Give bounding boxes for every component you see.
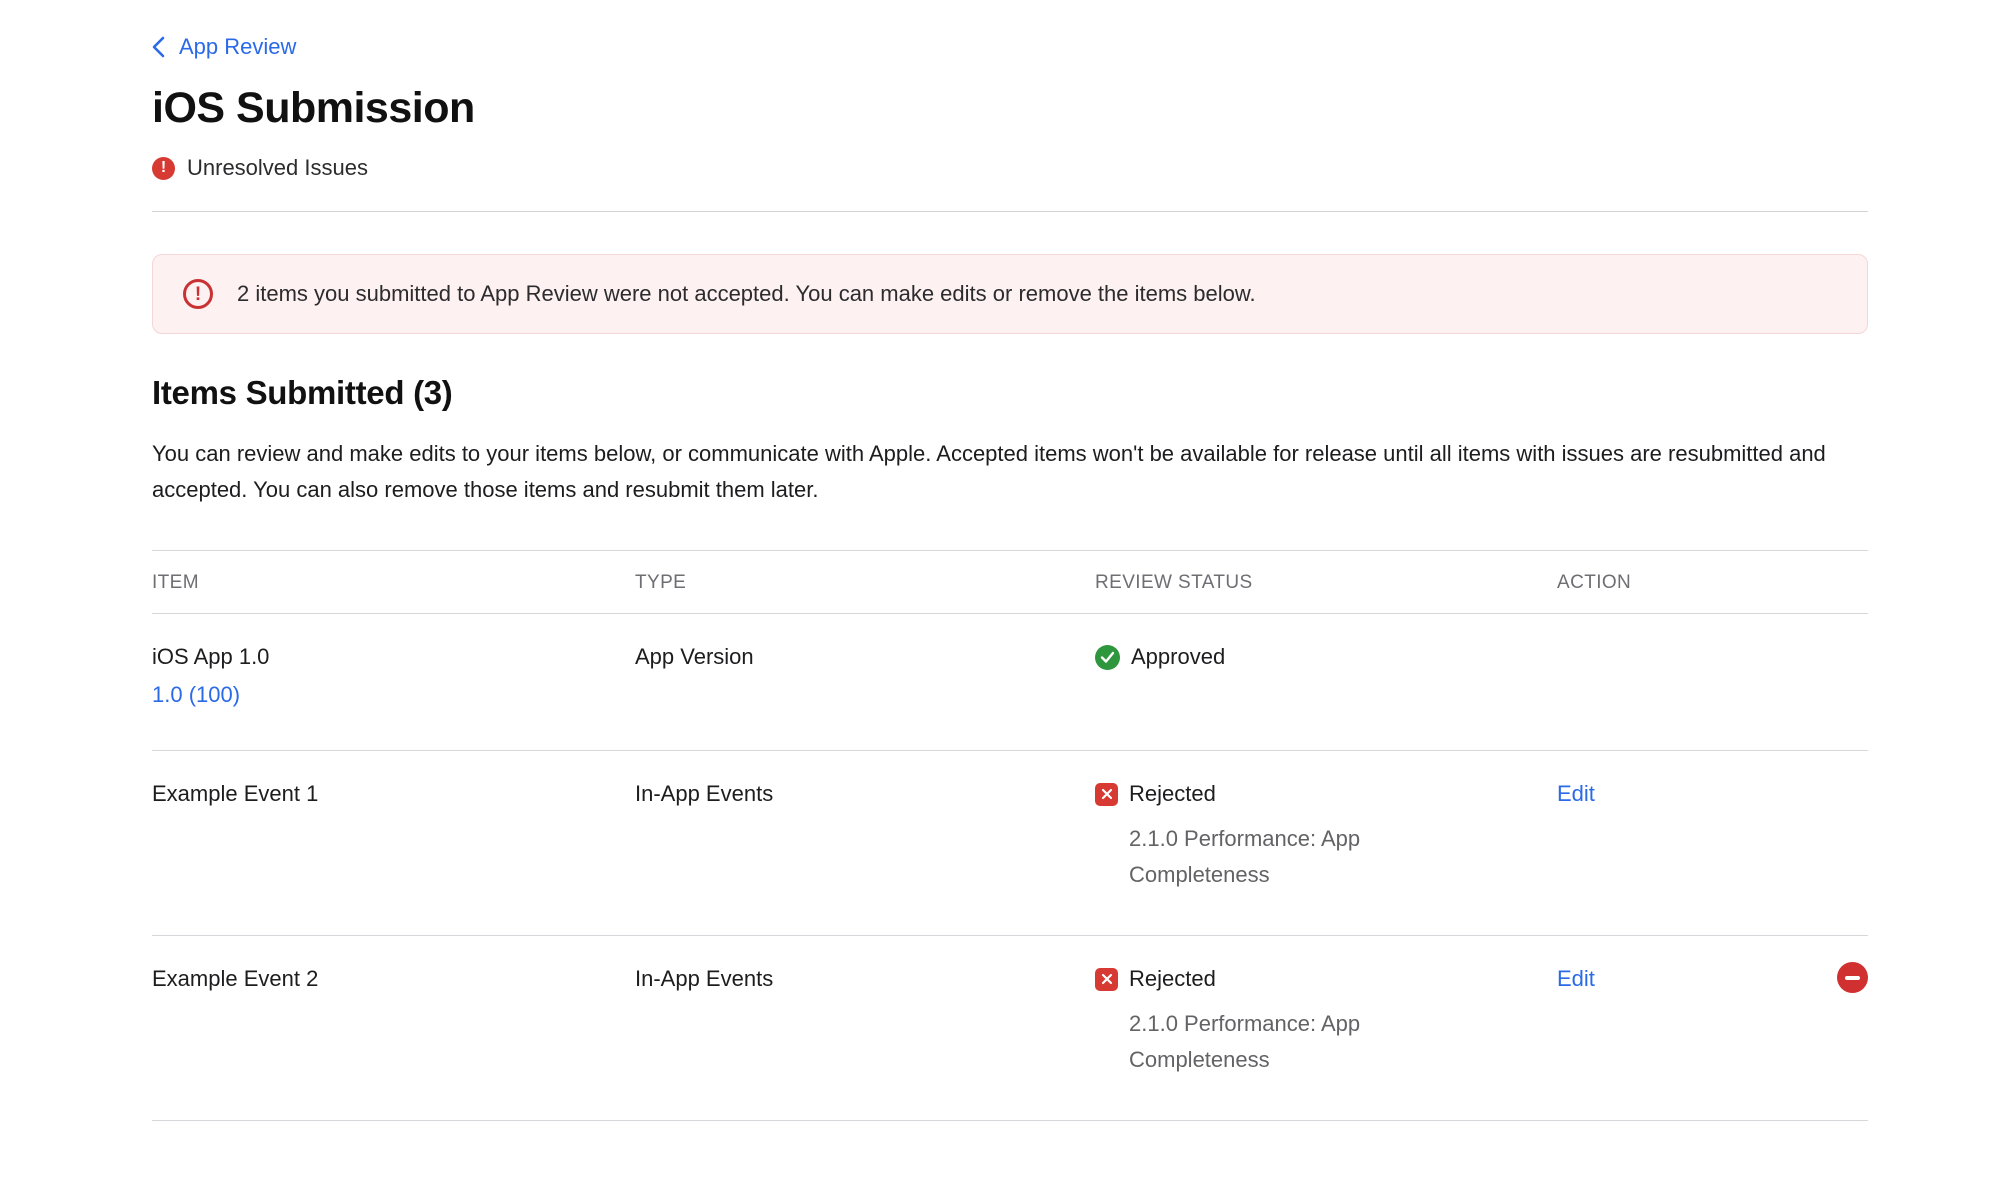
alert-message: 2 items you submitted to App Review were…: [237, 281, 1256, 307]
review-status-cell: Rejected 2.1.0 Performance: App Complete…: [1095, 936, 1557, 1120]
status-label: Rejected: [1129, 781, 1216, 807]
items-submitted-description: You can review and make edits to your it…: [152, 436, 1868, 508]
version-build-link[interactable]: 1.0 (100): [152, 682, 240, 708]
item-name: iOS App 1.0: [152, 644, 635, 670]
column-header-item: ITEM: [152, 551, 635, 613]
action-cell: Edit: [1557, 936, 1868, 1120]
action-cell: [1557, 614, 1868, 750]
edit-link[interactable]: Edit: [1557, 781, 1595, 807]
ios-submission-page: App Review iOS Submission ! Unresolved I…: [0, 0, 1996, 1121]
status-label: Approved: [1131, 644, 1225, 670]
type-cell: In-App Events: [635, 751, 1095, 935]
items-table: ITEM TYPE REVIEW STATUS ACTION iOS App 1…: [152, 550, 1868, 1121]
rejection-reason: 2.1.0 Performance: App Completeness: [1129, 1006, 1424, 1078]
back-link-label: App Review: [179, 34, 296, 60]
rejected-x-icon: [1095, 968, 1118, 991]
back-link-app-review[interactable]: App Review: [152, 34, 296, 60]
error-icon: !: [152, 157, 175, 180]
table-header-row: ITEM TYPE REVIEW STATUS ACTION: [152, 550, 1868, 614]
header-divider: [152, 211, 1868, 212]
items-submitted-title: Items Submitted (3): [152, 374, 1868, 412]
rejection-reason: 2.1.0 Performance: App Completeness: [1129, 821, 1424, 893]
action-cell: Edit: [1557, 751, 1868, 935]
column-header-review-status: REVIEW STATUS: [1095, 551, 1557, 613]
edit-link[interactable]: Edit: [1557, 966, 1595, 992]
status-label: Rejected: [1129, 966, 1216, 992]
approved-check-icon: [1095, 645, 1120, 670]
submission-status-label: Unresolved Issues: [187, 155, 368, 181]
item-name: Example Event 2: [152, 966, 635, 992]
table-row: iOS App 1.0 1.0 (100) App Version Approv…: [152, 614, 1868, 751]
item-name: Example Event 1: [152, 781, 635, 807]
submission-status: ! Unresolved Issues: [152, 155, 1868, 181]
item-cell: Example Event 2: [152, 936, 635, 1120]
item-cell: iOS App 1.0 1.0 (100): [152, 614, 635, 750]
remove-item-button[interactable]: [1837, 962, 1868, 993]
minus-icon: [1845, 976, 1860, 980]
page-title: iOS Submission: [152, 84, 1868, 133]
review-status-cell: Rejected 2.1.0 Performance: App Complete…: [1095, 751, 1557, 935]
alert-exclamation-icon: !: [183, 279, 213, 309]
column-header-type: TYPE: [635, 551, 1095, 613]
chevron-left-icon: [152, 36, 165, 58]
alert-banner: ! 2 items you submitted to App Review we…: [152, 254, 1868, 334]
rejected-x-icon: [1095, 783, 1118, 806]
table-row: Example Event 1 In-App Events Rejected 2…: [152, 751, 1868, 936]
type-cell: In-App Events: [635, 936, 1095, 1120]
column-header-action: ACTION: [1557, 551, 1868, 613]
table-row: Example Event 2 In-App Events Rejected 2…: [152, 936, 1868, 1121]
review-status-cell: Approved: [1095, 614, 1557, 750]
type-cell: App Version: [635, 614, 1095, 750]
item-cell: Example Event 1: [152, 751, 635, 935]
